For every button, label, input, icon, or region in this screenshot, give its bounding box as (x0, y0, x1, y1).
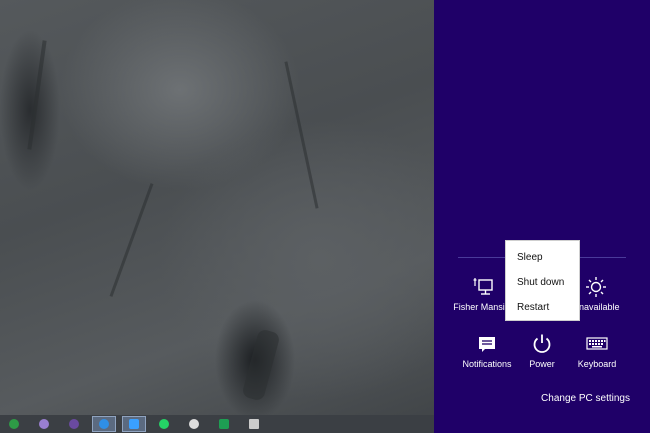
wallpaper-crack (284, 61, 319, 209)
taskbar-item-green-app[interactable] (2, 416, 26, 432)
sheets-icon (219, 419, 229, 429)
wallpaper-crack (241, 328, 281, 402)
menu-item-shut-down[interactable]: Shut down (506, 270, 579, 295)
change-pc-settings-link[interactable]: Change PC settings (540, 393, 630, 404)
whatsapp-icon (159, 419, 169, 429)
taskbar-item-whatsapp[interactable] (152, 416, 176, 432)
notepad-icon (249, 419, 259, 429)
taskbar-item-chat-app[interactable] (122, 416, 146, 432)
visual-studio-icon (39, 419, 49, 429)
taskbar (0, 415, 434, 433)
menu-item-sleep[interactable]: Sleep (506, 245, 579, 270)
chrome-icon (189, 419, 199, 429)
desktop-wallpaper (0, 0, 434, 433)
purple-app-icon (69, 419, 79, 429)
keyboard-icon (562, 331, 632, 357)
keyboard-tile[interactable]: Keyboard (562, 331, 632, 369)
messenger-icon (99, 419, 109, 429)
menu-item-restart[interactable]: Restart (506, 295, 579, 320)
chat-app-icon (129, 419, 139, 429)
taskbar-item-visual-studio[interactable] (32, 416, 56, 432)
power-menu: Sleep Shut down Restart (505, 240, 580, 321)
taskbar-item-chrome[interactable] (182, 416, 206, 432)
taskbar-item-sheets[interactable] (212, 416, 236, 432)
wallpaper-crack (27, 40, 47, 150)
taskbar-item-messenger[interactable] (92, 416, 116, 432)
green-app-icon (9, 419, 19, 429)
wallpaper-crack (109, 183, 154, 297)
taskbar-item-purple-app[interactable] (62, 416, 86, 432)
keyboard-label: Keyboard (577, 359, 617, 369)
taskbar-item-notepad[interactable] (242, 416, 266, 432)
